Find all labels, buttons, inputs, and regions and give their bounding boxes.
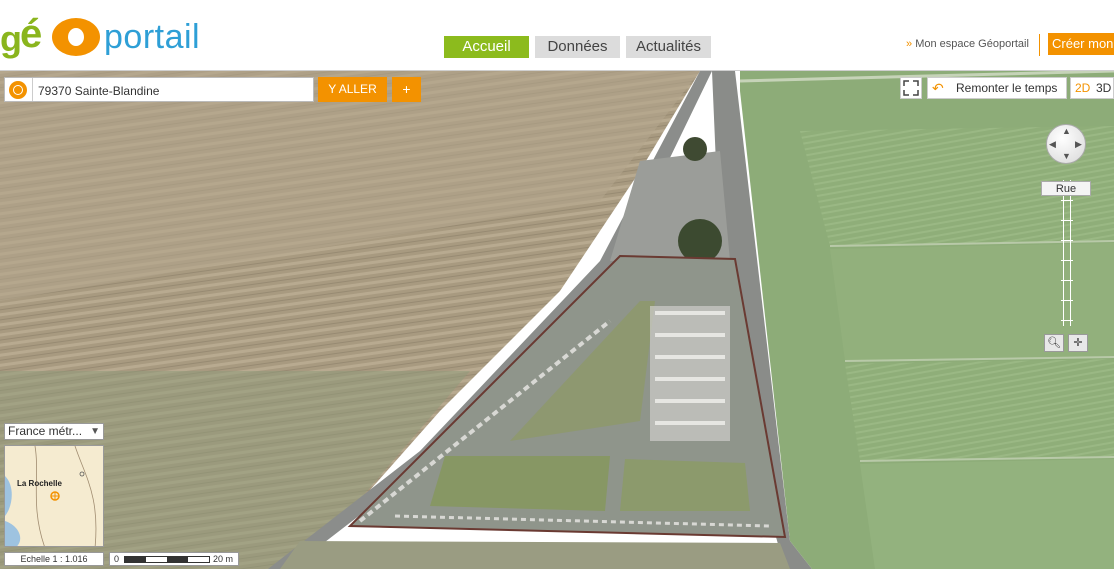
pan-down-icon[interactable]: ▼ bbox=[1062, 152, 1071, 161]
search-input[interactable] bbox=[36, 80, 310, 101]
logo-letter-g: g bbox=[0, 18, 22, 59]
scale-end-label: 20 m bbox=[213, 554, 234, 564]
scale-start-label: 0 bbox=[114, 554, 120, 564]
mon-espace-label: Mon espace Géoportail bbox=[915, 38, 1029, 50]
view-mode-switch: 2D 3D bbox=[1070, 77, 1114, 99]
pan-right-icon[interactable]: ▶ bbox=[1075, 140, 1082, 149]
aerial-imagery bbox=[0, 71, 1114, 569]
mode-2d-button[interactable]: 2D bbox=[1075, 78, 1090, 98]
logo-letter-e: é bbox=[20, 12, 43, 56]
logo-portail-text: portail bbox=[104, 18, 201, 56]
undo-arrow-icon: ↶ bbox=[932, 80, 944, 96]
scale-bar: 0 20 m bbox=[109, 552, 239, 566]
fullscreen-button[interactable] bbox=[900, 77, 922, 99]
remonter-le-temps-label: Remonter le temps bbox=[956, 81, 1058, 95]
zoom-tick bbox=[1061, 240, 1073, 241]
plus-button[interactable]: + bbox=[392, 77, 421, 102]
search-divider bbox=[32, 78, 33, 101]
zoom-slider[interactable] bbox=[1061, 180, 1073, 326]
pan-up-icon[interactable]: ▲ bbox=[1062, 127, 1071, 136]
overview-map[interactable]: La Rochelle bbox=[4, 445, 104, 547]
create-account-button[interactable]: Créer mon bbox=[1048, 33, 1114, 55]
overview-place-label: La Rochelle bbox=[17, 479, 62, 488]
mode-3d-button[interactable]: 3D bbox=[1096, 78, 1111, 98]
zoom-tick bbox=[1061, 280, 1073, 281]
mon-espace-link[interactable]: » Mon espace Géoportail bbox=[906, 38, 1029, 50]
pan-left-icon[interactable]: ◀ bbox=[1049, 140, 1056, 149]
locate-icon[interactable] bbox=[9, 81, 27, 99]
crosshair-icon: ✛ bbox=[1073, 337, 1083, 349]
territory-value: France métr... bbox=[8, 424, 83, 438]
scale-graphic bbox=[124, 556, 210, 563]
zoom-tick bbox=[1061, 300, 1073, 301]
go-button[interactable]: Y ALLER bbox=[318, 77, 387, 102]
zoom-tick bbox=[1061, 200, 1073, 201]
zoom-level-handle[interactable]: Rue bbox=[1041, 181, 1091, 196]
geoportail-logo[interactable]: g é portail bbox=[0, 6, 230, 62]
aerial-map[interactable] bbox=[0, 71, 1114, 569]
zoom-tick bbox=[1061, 260, 1073, 261]
fullscreen-icon bbox=[903, 80, 919, 96]
chevron-right-icon: » bbox=[906, 38, 916, 50]
magnifier-icon: 🔍︎ bbox=[1047, 337, 1061, 349]
zoom-search-button[interactable]: 🔍︎ bbox=[1044, 334, 1064, 352]
pan-control[interactable]: ▲ ▼ ◀ ▶ bbox=[1046, 124, 1086, 164]
zoom-tick bbox=[1061, 320, 1073, 321]
logo-o-shape bbox=[52, 18, 100, 56]
dropdown-arrow-icon: ▼ bbox=[90, 426, 100, 437]
remonter-le-temps-button[interactable]: ↶ Remonter le temps bbox=[927, 77, 1067, 99]
tab-donnees[interactable]: Données bbox=[535, 36, 620, 58]
overview-map-graphic bbox=[5, 446, 97, 546]
header-bar: g é portail Accueil Données Actualités »… bbox=[0, 0, 1114, 71]
scale-ratio: Echelle 1 : 1.016 bbox=[4, 552, 104, 566]
zoom-tick bbox=[1061, 220, 1073, 221]
tab-accueil[interactable]: Accueil bbox=[444, 36, 529, 58]
header-divider bbox=[1039, 34, 1040, 56]
search-box bbox=[4, 77, 314, 102]
tab-actualites[interactable]: Actualités bbox=[626, 36, 711, 58]
territory-select[interactable]: France métr... ▼ bbox=[4, 423, 104, 440]
zoom-target-button[interactable]: ✛ bbox=[1068, 334, 1088, 352]
